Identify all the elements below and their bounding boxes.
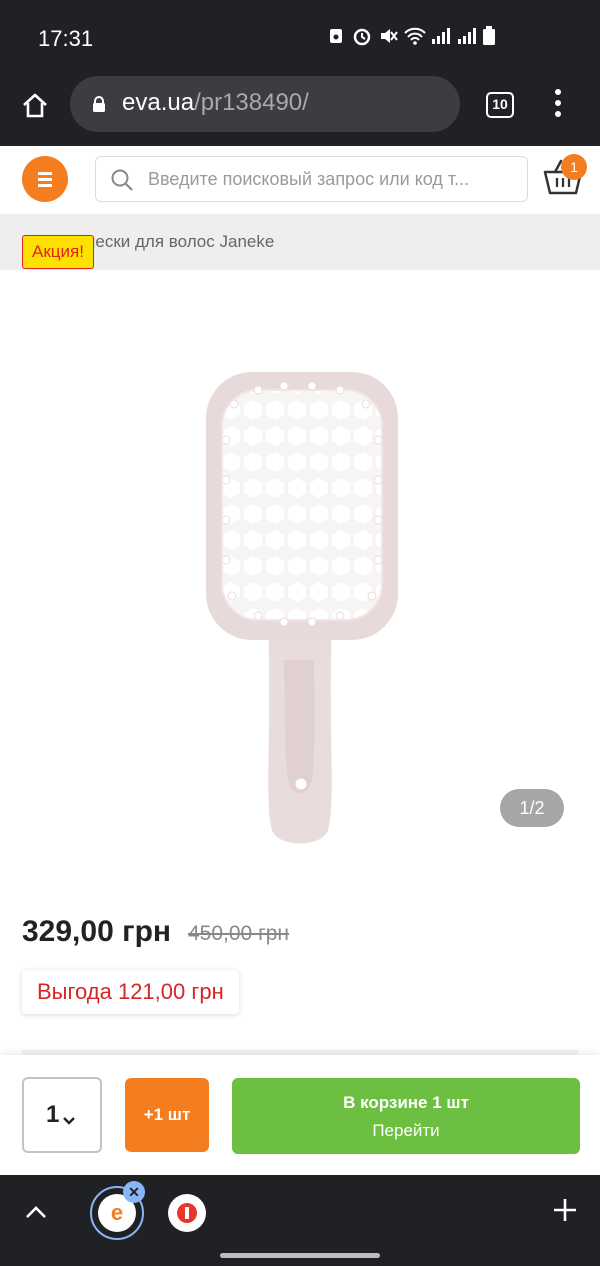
in-cart-title: В корзине 1 шт <box>343 1093 469 1112</box>
chevron-up-icon[interactable] <box>24 1202 48 1222</box>
status-time: 17:31 <box>38 26 94 51</box>
home-indicator[interactable] <box>220 1253 380 1258</box>
signal-icon-1 <box>430 26 450 46</box>
overflow-menu-icon[interactable] <box>553 89 563 121</box>
chevron-down-icon <box>62 1113 75 1125</box>
current-price: 329,00 грн <box>22 915 172 948</box>
search-icon <box>110 168 134 192</box>
add-one-button[interactable]: +1 шт <box>125 1078 209 1152</box>
product-image[interactable] <box>22 320 578 880</box>
address-bar[interactable]: eva.ua/pr138490/ <box>70 76 460 132</box>
menu-button[interactable] <box>22 156 68 202</box>
wifi-icon <box>404 26 426 46</box>
search-placeholder: Введите поисковый запрос или код т... <box>148 169 470 189</box>
mute-icon <box>378 26 398 46</box>
search-input[interactable]: Введите поисковый запрос или код т... <box>95 156 528 202</box>
in-cart-action: Перейти <box>372 1121 440 1140</box>
site-header: Введите поисковый запрос или код т... <box>0 146 600 214</box>
alarm-icon <box>352 26 372 46</box>
home-icon[interactable] <box>20 90 50 120</box>
old-price: 450,00 грн <box>188 922 290 945</box>
close-tab-icon[interactable]: ✕ <box>123 1181 145 1203</box>
tab-switcher-button[interactable]: 10 <box>486 92 514 118</box>
tab-app-icon[interactable] <box>168 1194 206 1232</box>
signal-icon-2 <box>456 26 476 46</box>
new-tab-icon[interactable] <box>550 1195 580 1225</box>
buy-bar: 1 +1 шт В корзине 1 шт Перейти <box>0 1055 600 1175</box>
savings-badge: Выгода 121,00 грн <box>22 970 239 1014</box>
notification-icon <box>326 26 346 46</box>
battery-icon <box>482 26 502 46</box>
url-host: eva.ua <box>122 89 195 116</box>
promo-badge: Акция! <box>22 235 94 269</box>
url-path: /pr138490/ <box>194 89 309 116</box>
url-text: eva.ua/pr138490/ <box>122 89 309 117</box>
lock-icon <box>92 96 106 112</box>
status-bar: 17:31 <box>0 0 600 76</box>
gallery-counter: 1/2 <box>500 789 564 827</box>
go-to-cart-button[interactable]: В корзине 1 шт Перейти <box>232 1078 580 1154</box>
cart-count-badge: 1 <box>561 154 587 180</box>
browser-toolbar: eva.ua/pr138490/ 10 <box>0 76 600 146</box>
status-icons <box>326 26 502 46</box>
